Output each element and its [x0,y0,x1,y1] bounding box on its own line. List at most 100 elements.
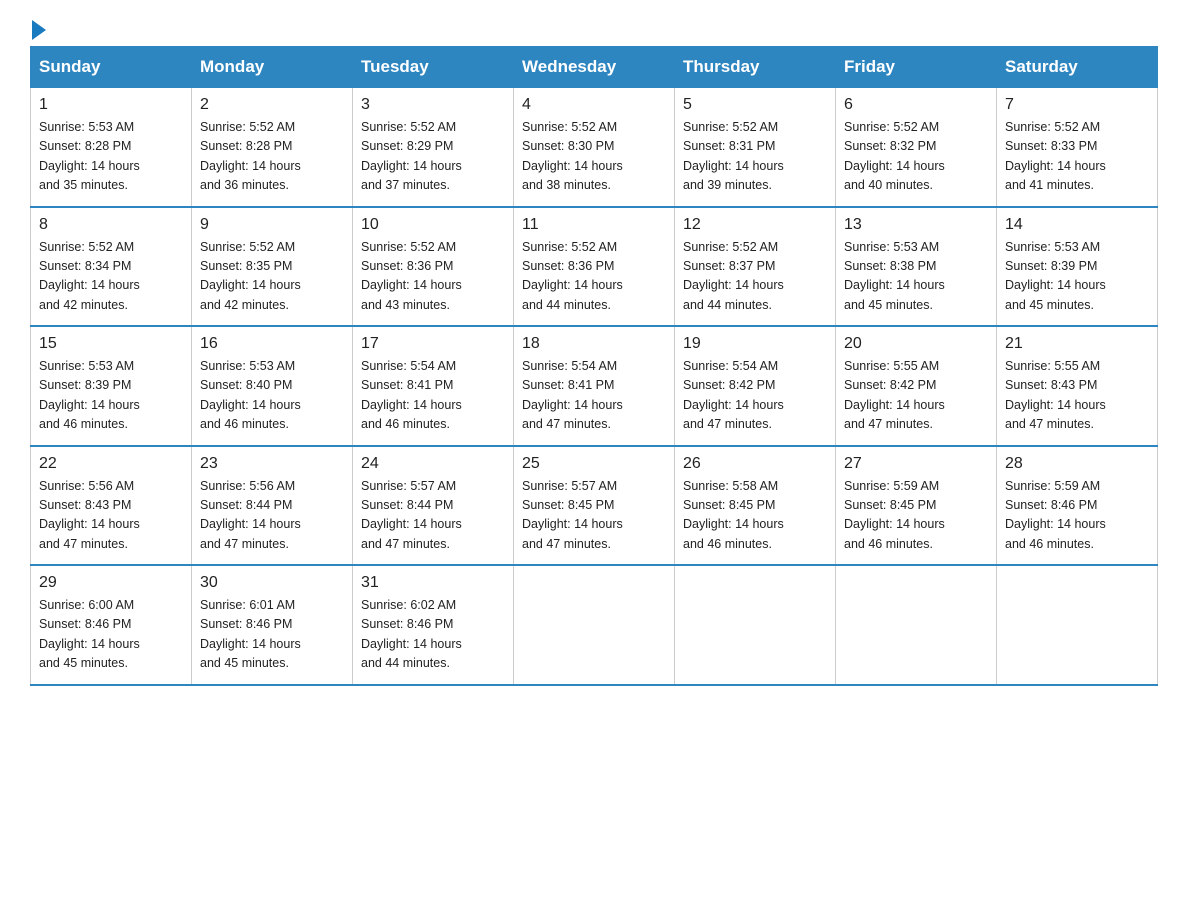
table-row: 11 Sunrise: 5:52 AMSunset: 8:36 PMDayligh… [514,207,675,327]
table-row: 2 Sunrise: 5:52 AMSunset: 8:28 PMDaylight… [192,88,353,207]
day-info: Sunrise: 5:58 AMSunset: 8:45 PMDaylight:… [683,477,827,555]
day-info: Sunrise: 5:52 AMSunset: 8:30 PMDaylight:… [522,118,666,196]
calendar-week-row: 8 Sunrise: 5:52 AMSunset: 8:34 PMDaylight… [31,207,1158,327]
table-row: 15 Sunrise: 5:53 AMSunset: 8:39 PMDayligh… [31,326,192,446]
calendar-week-row: 22 Sunrise: 5:56 AMSunset: 8:43 PMDayligh… [31,446,1158,566]
table-row: 31 Sunrise: 6:02 AMSunset: 8:46 PMDayligh… [353,565,514,685]
table-row: 23Sunrise: 5:56 AMSunset: 8:44 PMDayligh… [192,446,353,566]
day-info: Sunrise: 5:57 AMSunset: 8:44 PMDaylight:… [361,477,505,555]
logo [30,20,48,36]
day-info: Sunrise: 5:54 AMSunset: 8:42 PMDaylight:… [683,357,827,435]
calendar-week-row: 1 Sunrise: 5:53 AMSunset: 8:28 PMDaylight… [31,88,1158,207]
calendar-header-row: Sunday Monday Tuesday Wednesday Thursday… [31,47,1158,88]
table-row: 9Sunrise: 5:52 AMSunset: 8:35 PMDaylight… [192,207,353,327]
day-number: 24 [361,455,505,473]
table-row: 26 Sunrise: 5:58 AMSunset: 8:45 PMDayligh… [675,446,836,566]
day-number: 11 [522,216,666,234]
table-row [997,565,1158,685]
day-info: Sunrise: 5:52 AMSunset: 8:28 PMDaylight:… [200,118,344,196]
day-number: 3 [361,96,505,114]
table-row: 27 Sunrise: 5:59 AMSunset: 8:45 PMDayligh… [836,446,997,566]
day-info: Sunrise: 5:52 AMSunset: 8:35 PMDaylight:… [200,238,344,316]
table-row: 28 Sunrise: 5:59 AMSunset: 8:46 PMDayligh… [997,446,1158,566]
table-row: 18Sunrise: 5:54 AMSunset: 8:41 PMDayligh… [514,326,675,446]
table-row: 5 Sunrise: 5:52 AMSunset: 8:31 PMDaylight… [675,88,836,207]
day-info: Sunrise: 5:53 AMSunset: 8:39 PMDaylight:… [39,357,183,435]
day-info: Sunrise: 5:53 AMSunset: 8:40 PMDaylight:… [200,357,344,435]
day-number: 18 [522,335,666,353]
day-number: 5 [683,96,827,114]
day-info: Sunrise: 5:54 AMSunset: 8:41 PMDaylight:… [361,357,505,435]
col-friday: Friday [836,47,997,88]
day-info: Sunrise: 6:02 AMSunset: 8:46 PMDaylight:… [361,596,505,674]
day-number: 27 [844,455,988,473]
table-row: 29 Sunrise: 6:00 AMSunset: 8:46 PMDayligh… [31,565,192,685]
day-number: 22 [39,455,183,473]
table-row [836,565,997,685]
day-info: Sunrise: 5:59 AMSunset: 8:45 PMDaylight:… [844,477,988,555]
table-row: 21Sunrise: 5:55 AMSunset: 8:43 PMDayligh… [997,326,1158,446]
table-row: 20 Sunrise: 5:55 AMSunset: 8:42 PMDayligh… [836,326,997,446]
day-info: Sunrise: 5:53 AMSunset: 8:39 PMDaylight:… [1005,238,1149,316]
table-row: 17 Sunrise: 5:54 AMSunset: 8:41 PMDayligh… [353,326,514,446]
day-info: Sunrise: 5:55 AMSunset: 8:42 PMDaylight:… [844,357,988,435]
day-info: Sunrise: 5:52 AMSunset: 8:32 PMDaylight:… [844,118,988,196]
day-info: Sunrise: 5:52 AMSunset: 8:31 PMDaylight:… [683,118,827,196]
day-number: 29 [39,574,183,592]
col-wednesday: Wednesday [514,47,675,88]
table-row: 16 Sunrise: 5:53 AMSunset: 8:40 PMDayligh… [192,326,353,446]
day-number: 31 [361,574,505,592]
day-number: 26 [683,455,827,473]
day-info: Sunrise: 6:00 AMSunset: 8:46 PMDaylight:… [39,596,183,674]
table-row: 30Sunrise: 6:01 AMSunset: 8:46 PMDayligh… [192,565,353,685]
day-info: Sunrise: 5:59 AMSunset: 8:46 PMDaylight:… [1005,477,1149,555]
day-info: Sunrise: 5:57 AMSunset: 8:45 PMDaylight:… [522,477,666,555]
day-number: 4 [522,96,666,114]
table-row: 12Sunrise: 5:52 AMSunset: 8:37 PMDayligh… [675,207,836,327]
table-row: 4 Sunrise: 5:52 AMSunset: 8:30 PMDaylight… [514,88,675,207]
day-info: Sunrise: 5:52 AMSunset: 8:37 PMDaylight:… [683,238,827,316]
day-number: 8 [39,216,183,234]
calendar-week-row: 15 Sunrise: 5:53 AMSunset: 8:39 PMDayligh… [31,326,1158,446]
day-info: Sunrise: 5:55 AMSunset: 8:43 PMDaylight:… [1005,357,1149,435]
table-row: 22 Sunrise: 5:56 AMSunset: 8:43 PMDayligh… [31,446,192,566]
day-number: 28 [1005,455,1149,473]
day-number: 15 [39,335,183,353]
day-number: 17 [361,335,505,353]
day-number: 13 [844,216,988,234]
day-info: Sunrise: 5:52 AMSunset: 8:34 PMDaylight:… [39,238,183,316]
day-info: Sunrise: 5:52 AMSunset: 8:33 PMDaylight:… [1005,118,1149,196]
day-number: 6 [844,96,988,114]
day-info: Sunrise: 5:53 AMSunset: 8:28 PMDaylight:… [39,118,183,196]
day-number: 2 [200,96,344,114]
table-row: 7 Sunrise: 5:52 AMSunset: 8:33 PMDaylight… [997,88,1158,207]
day-number: 20 [844,335,988,353]
day-info: Sunrise: 5:53 AMSunset: 8:38 PMDaylight:… [844,238,988,316]
day-number: 19 [683,335,827,353]
calendar-table: Sunday Monday Tuesday Wednesday Thursday… [30,46,1158,686]
col-monday: Monday [192,47,353,88]
day-info: Sunrise: 5:52 AMSunset: 8:36 PMDaylight:… [522,238,666,316]
day-info: Sunrise: 5:56 AMSunset: 8:43 PMDaylight:… [39,477,183,555]
day-info: Sunrise: 5:52 AMSunset: 8:36 PMDaylight:… [361,238,505,316]
table-row: 6 Sunrise: 5:52 AMSunset: 8:32 PMDaylight… [836,88,997,207]
day-number: 14 [1005,216,1149,234]
day-info: Sunrise: 5:52 AMSunset: 8:29 PMDaylight:… [361,118,505,196]
table-row: 24 Sunrise: 5:57 AMSunset: 8:44 PMDayligh… [353,446,514,566]
table-row: 13 Sunrise: 5:53 AMSunset: 8:38 PMDayligh… [836,207,997,327]
page-header [30,20,1158,36]
table-row: 14 Sunrise: 5:53 AMSunset: 8:39 PMDayligh… [997,207,1158,327]
table-row: 10Sunrise: 5:52 AMSunset: 8:36 PMDayligh… [353,207,514,327]
table-row [675,565,836,685]
day-number: 25 [522,455,666,473]
day-number: 1 [39,96,183,114]
day-number: 16 [200,335,344,353]
col-sunday: Sunday [31,47,192,88]
table-row: 8 Sunrise: 5:52 AMSunset: 8:34 PMDaylight… [31,207,192,327]
day-number: 7 [1005,96,1149,114]
day-info: Sunrise: 5:56 AMSunset: 8:44 PMDaylight:… [200,477,344,555]
calendar-week-row: 29 Sunrise: 6:00 AMSunset: 8:46 PMDayligh… [31,565,1158,685]
table-row: 25 Sunrise: 5:57 AMSunset: 8:45 PMDayligh… [514,446,675,566]
table-row [514,565,675,685]
day-info: Sunrise: 6:01 AMSunset: 8:46 PMDaylight:… [200,596,344,674]
